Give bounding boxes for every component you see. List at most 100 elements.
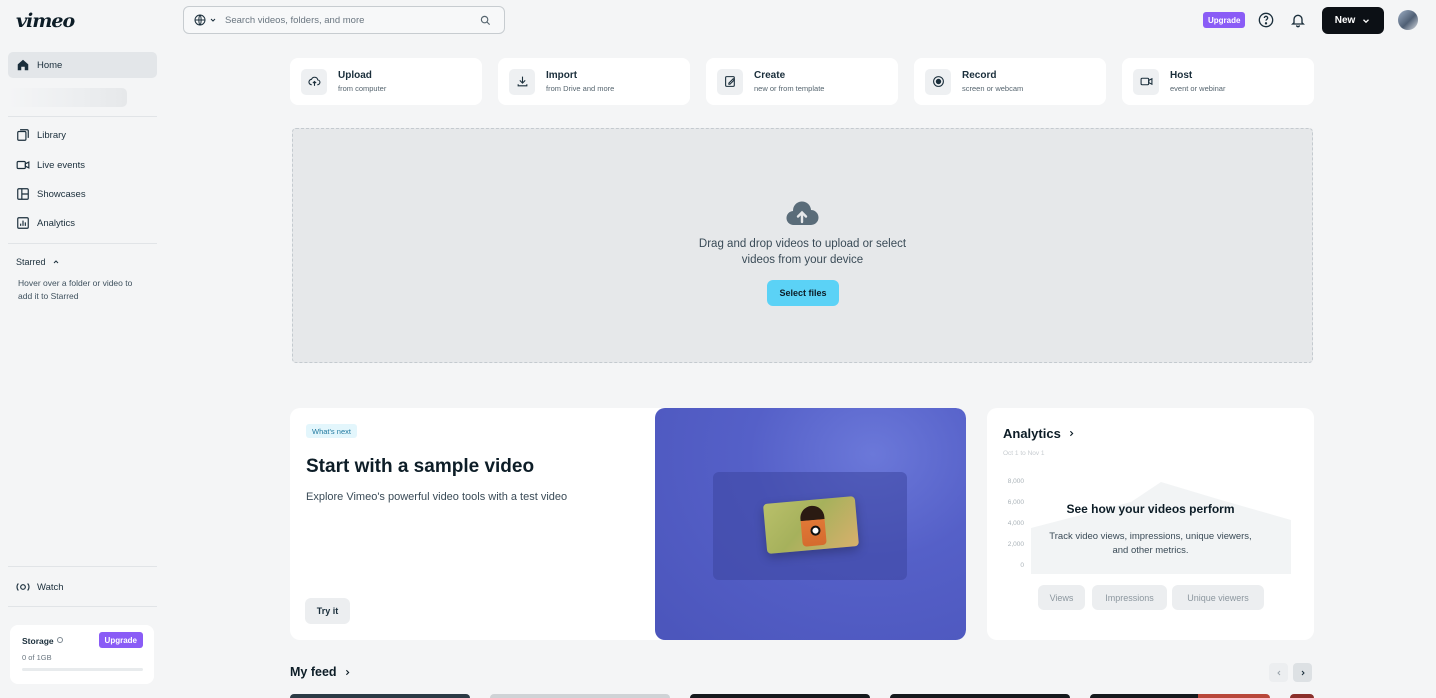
video-camera-icon [1140,77,1152,86]
search-input[interactable]: Search videos, folders, and more [225,15,480,26]
import-title: Import [546,70,578,81]
analytics-title: Analytics [1003,426,1061,441]
upload-card[interactable]: Upload from computer [290,58,482,105]
cloud-upload-icon [307,76,320,86]
chevron-left-icon [1276,670,1280,675]
analytics-icon [17,217,29,229]
host-title: Host [1170,70,1193,81]
starred-hint: Hover over a folder or video to add it t… [18,278,133,301]
sidebar-item-label: Showcases [37,188,86,200]
loading-placeholder [8,88,127,107]
host-subtitle: event or webinar [1170,84,1226,93]
search-icon[interactable] [480,15,491,26]
storage-used: 0 of 1GB [22,653,52,662]
starred-section-toggle[interactable]: Starred [16,257,60,267]
storage-upgrade-button[interactable]: Upgrade [98,632,143,648]
chevron-up-icon [53,260,58,264]
sidebar-item-watch[interactable]: Watch [8,574,157,600]
record-icon [932,76,944,87]
y-tick-label: 2,000 [1008,541,1025,548]
sidebar-divider [8,243,157,244]
my-feed-link[interactable]: My feed [290,665,352,679]
search-bar[interactable]: Search videos, folders, and more [183,6,505,34]
sample-description: Explore Vimeo's powerful video tools wit… [306,491,568,503]
views-tab[interactable]: Views [1038,585,1085,610]
sample-video-card: What's next Start with a sample video Ex… [290,408,966,640]
help-icon[interactable] [1258,12,1274,28]
vimeo-logo[interactable]: vimeo [16,10,75,32]
create-subtitle: new or from template [754,84,825,93]
feed-next-button[interactable] [1293,663,1312,682]
sidebar-item-label: Library [37,129,67,141]
record-card[interactable]: Record screen or webcam [914,58,1106,105]
storage-card: Storage Upgrade 0 of 1GB [10,625,154,684]
import-card[interactable]: Import from Drive and more [498,58,690,105]
cloud-upload-icon [786,201,819,226]
sample-title: Start with a sample video [306,456,535,477]
record-subtitle: screen or webcam [962,84,1024,93]
bell-icon[interactable] [1290,12,1306,28]
sidebar-divider [8,116,157,117]
starred-title: Starred [16,257,46,267]
watch-icon [16,583,30,591]
user-avatar[interactable] [1398,10,1418,30]
sidebar-item-library[interactable]: Library [8,122,157,148]
sample-video-preview[interactable] [655,408,966,640]
sidebar-item-analytics[interactable]: Analytics [8,210,157,236]
create-card[interactable]: Create new or from template [706,58,898,105]
record-title: Record [962,70,997,81]
host-card[interactable]: Host event or webinar [1122,58,1314,105]
upload-title: Upload [338,70,372,81]
new-button[interactable]: New [1322,7,1384,34]
import-subtitle: from Drive and more [546,84,615,93]
info-icon[interactable] [57,637,63,643]
sidebar-item-label: Home [37,59,63,71]
feed-prev-button[interactable] [1269,663,1288,682]
upload-dropzone[interactable]: Drag and drop videos to upload or select… [292,128,1313,363]
globe-icon[interactable] [194,14,206,26]
video-thumbnail [762,496,860,554]
feed-video-thumbnail[interactable] [1290,694,1314,698]
sidebar-item-home[interactable]: Home [8,52,157,78]
dropzone-message-line2: videos from your device [741,254,864,266]
analytics-date-range: Oct 1 to Nov 1 [1003,450,1045,457]
analytics-card: Analytics Oct 1 to Nov 1 8,000 6,000 4,0… [987,408,1314,640]
feed-video-thumbnail[interactable] [690,694,870,698]
sidebar-item-label: Live events [37,159,86,171]
sidebar-item-live-events[interactable]: Live events [8,152,157,178]
preview-screen [713,472,907,580]
sidebar-divider [8,566,157,567]
new-button-label: New [1334,15,1356,26]
edit-icon [724,76,735,87]
analytics-heading: See how your videos perform [1066,502,1235,516]
y-tick-label: 0 [1020,562,1024,569]
feed-video-thumbnail[interactable] [490,694,670,698]
impressions-tab[interactable]: Impressions [1092,585,1167,610]
sidebar-item-showcases[interactable]: Showcases [8,181,157,207]
chevron-right-icon [1069,430,1074,437]
try-it-button[interactable]: Try it [305,598,350,624]
analytics-title-link[interactable]: Analytics [1003,426,1076,441]
chevron-down-icon[interactable] [209,16,217,24]
y-tick-label: 8,000 [1008,478,1025,485]
y-tick-label: 4,000 [1008,520,1025,527]
header-upgrade-button[interactable]: Upgrade [1203,12,1246,28]
video-camera-icon [16,160,30,170]
feed-video-thumbnail[interactable] [1090,694,1270,698]
library-icon [17,129,29,141]
analytics-placeholder-chart: 8,000 6,000 4,000 2,000 0 [1008,478,1291,574]
sidebar-item-label: Watch [37,581,64,593]
showcase-icon [17,188,29,200]
whats-next-badge: What's next [306,424,357,438]
unique-viewers-tab[interactable]: Unique viewers [1172,585,1264,610]
storage-label: Storage [22,636,54,646]
download-icon [517,76,527,87]
analytics-subtitle: Track video views, impressions, unique v… [1049,531,1252,556]
dropzone-message-line1: Drag and drop videos to upload or select [698,238,907,250]
feed-video-thumbnail[interactable] [890,694,1070,698]
chevron-down-icon [1363,18,1370,23]
chevron-right-icon [1301,670,1305,675]
select-files-button[interactable]: Select files [767,280,839,306]
feed-video-thumbnail[interactable] [290,694,470,698]
sidebar-divider [8,606,157,607]
